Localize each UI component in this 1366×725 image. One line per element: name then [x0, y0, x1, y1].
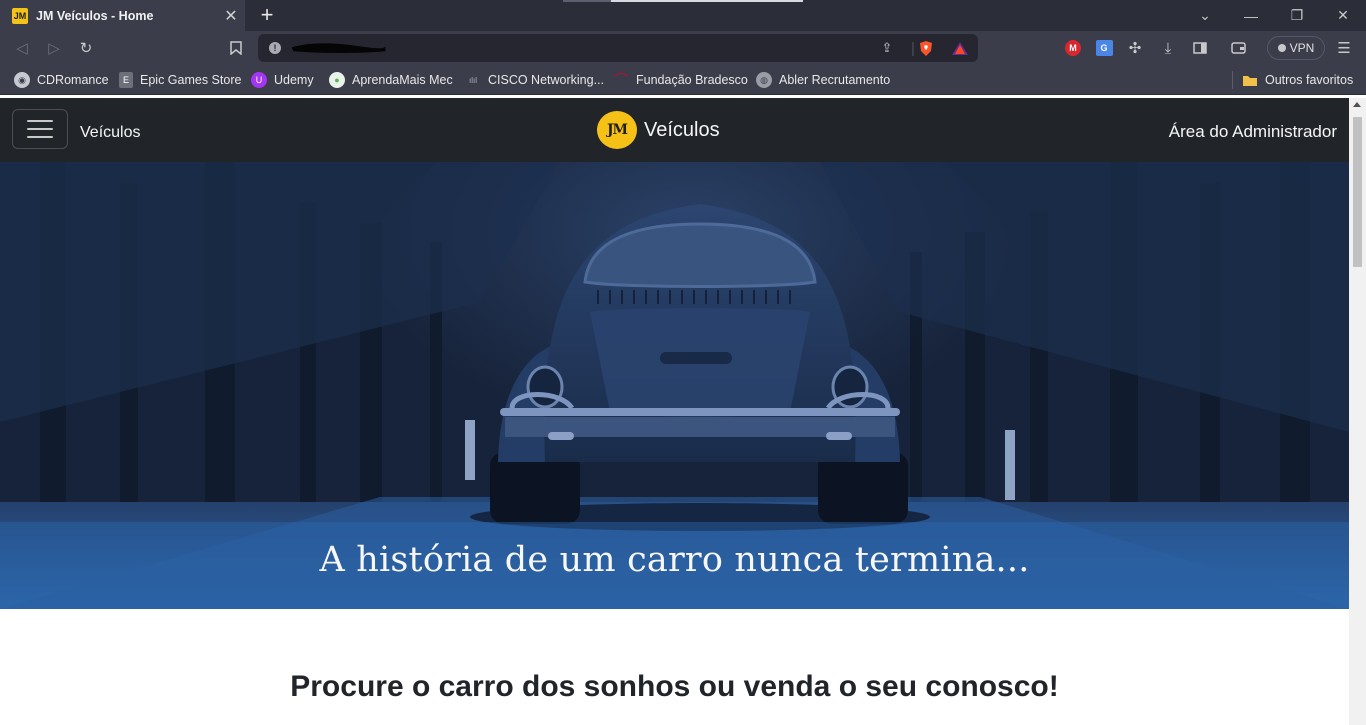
browser-tab-active[interactable]: JM JM Veículos - Home ✕ [0, 0, 245, 31]
udemy-icon: U [251, 72, 267, 88]
downloads-icon[interactable]: ⤓ [1155, 36, 1181, 60]
menu-toggle-button[interactable] [12, 109, 68, 149]
site-navbar: Veículos JM Veículos Área do Administrad… [0, 98, 1349, 162]
bookmark-page-icon[interactable] [223, 36, 249, 60]
bookmark-bradesco[interactable]: ⌒ Fundação Bradesco [613, 71, 748, 89]
sidebar-toggle-icon[interactable] [1187, 36, 1213, 60]
extensions-puzzle-icon[interactable]: ✣ [1122, 36, 1148, 60]
aprenda-icon: ● [329, 72, 345, 88]
jm-logo-icon: JM [597, 111, 637, 149]
minimize-window-icon[interactable]: — [1228, 0, 1274, 31]
hero-banner: A história de um carro nunca termina... [0, 162, 1349, 609]
share-icon[interactable]: ⇪ [878, 40, 896, 56]
brave-shields-icon[interactable] [917, 40, 935, 56]
bookmarks-bar: ◉ CDRomance E Epic Games Store U Udemy ●… [0, 65, 1366, 95]
extension-translate-icon[interactable]: G [1091, 36, 1117, 60]
scrollbar-thumb[interactable] [1353, 117, 1362, 267]
bookmarks-separator [1232, 71, 1233, 89]
extension-mega-icon[interactable]: M [1060, 36, 1086, 60]
bookmark-label: Outros favoritos [1265, 73, 1354, 87]
wallet-icon[interactable] [1225, 36, 1251, 60]
page-subtitle: Procure o carro dos sonhos ou venda o se… [290, 670, 1059, 703]
brand-text: Veículos [644, 118, 720, 141]
menu-icon[interactable]: ☰ [1331, 36, 1357, 60]
bookmark-label: Abler Recrutamento [779, 73, 891, 87]
cisco-icon: ılıl [469, 75, 477, 85]
scroll-up-arrow-icon[interactable] [1353, 102, 1361, 107]
epic-icon: E [119, 72, 133, 88]
hamburger-line [27, 136, 53, 138]
address-bar[interactable]: ! ⇪ | [258, 34, 978, 62]
bookmark-label: AprendaMais Mec [352, 73, 453, 87]
back-arrow-icon[interactable]: ◁ [9, 36, 35, 60]
cd-icon: ◉ [14, 72, 30, 88]
bookmark-label: CISCO Networking... [488, 73, 605, 87]
site-info-icon[interactable]: ! [269, 42, 281, 54]
brand-home-link[interactable]: JM Veículos [597, 111, 720, 149]
tab-strip-accent-light [611, 0, 803, 2]
bookmark-aprendamais[interactable]: ● AprendaMais Mec [329, 71, 453, 89]
nav-vehicles-link[interactable]: Veículos [80, 124, 140, 142]
bookmark-cdromance[interactable]: ◉ CDRomance [14, 71, 109, 89]
tab-favicon-icon: JM [12, 7, 28, 24]
bookmark-label: Udemy [274, 73, 314, 87]
bookmark-label: Epic Games Store [140, 73, 242, 87]
hamburger-line [27, 120, 53, 122]
page-scrollbar[interactable] [1349, 98, 1366, 725]
new-tab-plus-icon[interactable]: + [255, 3, 279, 27]
reload-icon[interactable]: ↻ [73, 36, 99, 60]
bookmark-label: CDRomance [37, 73, 109, 87]
brave-rewards-icon[interactable] [951, 40, 969, 56]
bradesco-icon: ⌒ [614, 72, 628, 88]
bookmark-cisco[interactable]: ılıl CISCO Networking... [465, 71, 604, 89]
browser-toolbar: ◁ ▷ ↻ ! ⇪ | M G ✣ ⤓ VPN ☰ [0, 31, 1366, 65]
admin-area-link[interactable]: Área do Administrador [1169, 122, 1337, 142]
vpn-label: VPN [1289, 41, 1315, 55]
redacted-url [291, 43, 386, 53]
hero-caption: A história de um carro nunca termina... [319, 540, 1030, 580]
page-viewport: Veículos JM Veículos Área do Administrad… [0, 98, 1366, 725]
bookmark-udemy[interactable]: U Udemy [251, 71, 314, 89]
tab-title: JM Veículos - Home [36, 8, 154, 23]
restore-window-icon[interactable]: ❐ [1274, 0, 1320, 31]
bookmark-abler[interactable]: ◍ Abler Recrutamento [756, 71, 890, 89]
hamburger-line [27, 128, 53, 130]
folder-icon [1242, 72, 1258, 88]
other-bookmarks-folder[interactable]: Outros favoritos [1242, 71, 1353, 89]
close-tab-icon[interactable]: ✕ [219, 6, 243, 26]
browser-tab-strip: JM JM Veículos - Home ✕ + ⌄ — ❐ ✕ [0, 0, 1366, 31]
tab-search-chevron-icon[interactable]: ⌄ [1182, 0, 1228, 31]
vpn-status-dot-icon [1277, 44, 1286, 52]
bookmark-label: Fundação Bradesco [636, 73, 748, 87]
forward-arrow-icon[interactable]: ▷ [41, 36, 67, 60]
close-window-icon[interactable]: ✕ [1320, 0, 1366, 31]
vpn-button[interactable]: VPN [1267, 36, 1325, 60]
globe-icon: ◍ [756, 72, 772, 88]
bookmark-epic-games[interactable]: E Epic Games Store [119, 71, 241, 89]
